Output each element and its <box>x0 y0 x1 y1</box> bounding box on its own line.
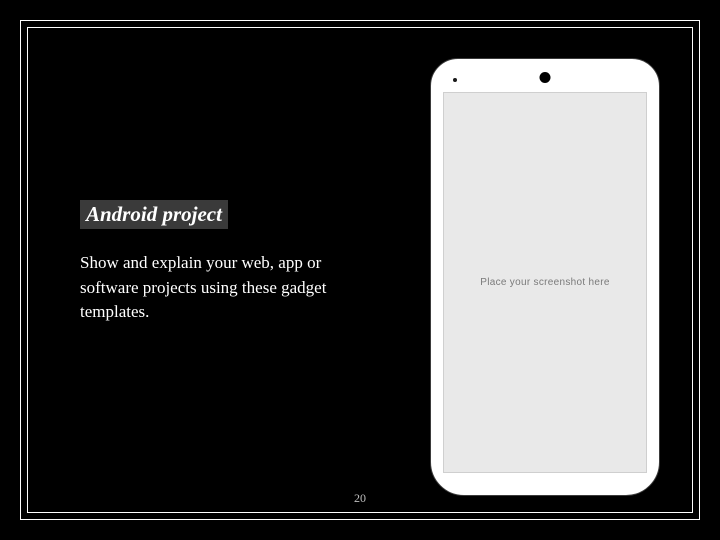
phone-body: Place your screenshot here <box>430 58 660 496</box>
slide-title: Android project <box>86 202 222 226</box>
phone-screen-placeholder[interactable]: Place your screenshot here <box>443 92 647 473</box>
text-content: Android project Show and explain your we… <box>80 200 380 325</box>
android-phone-mockup: Place your screenshot here <box>430 58 660 496</box>
title-highlight-box: Android project <box>80 200 228 229</box>
page-number: 20 <box>0 491 720 506</box>
slide-body-text: Show and explain your web, app or softwa… <box>80 251 380 325</box>
placeholder-text: Place your screenshot here <box>480 277 610 288</box>
phone-camera-icon <box>540 72 551 83</box>
phone-sensor-dot-icon <box>453 78 457 82</box>
